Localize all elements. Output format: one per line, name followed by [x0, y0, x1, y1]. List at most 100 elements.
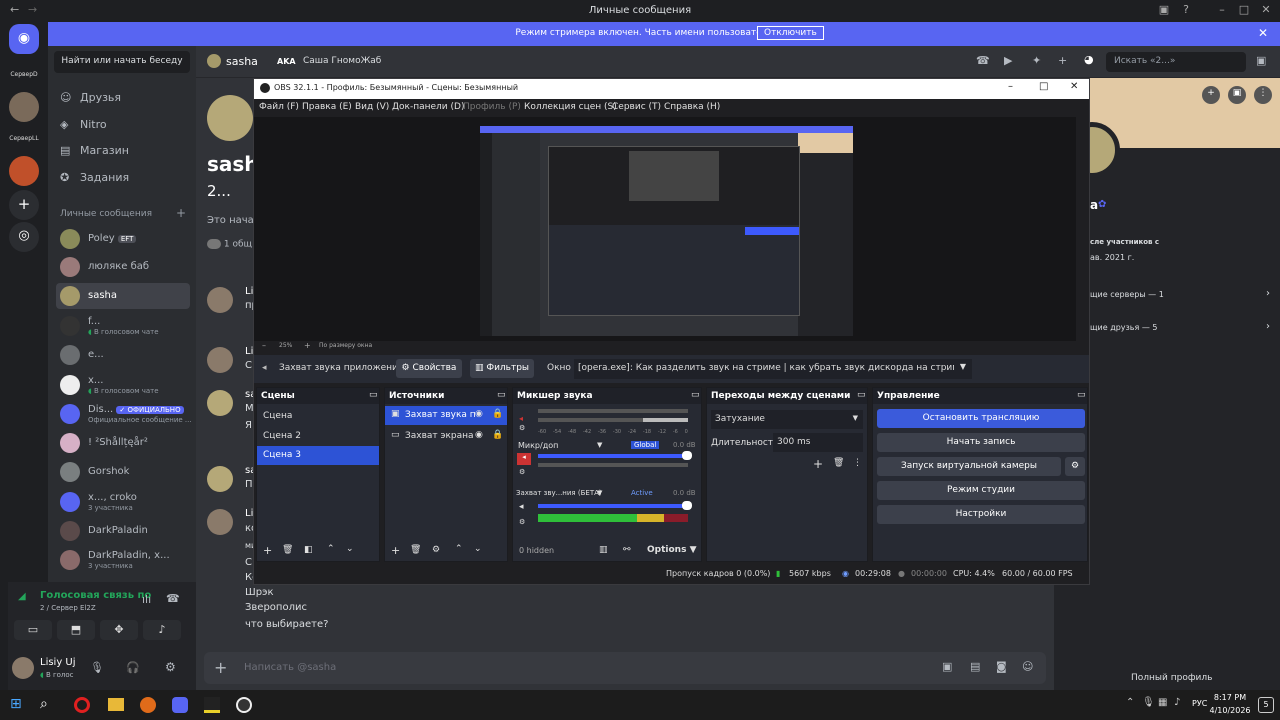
add-source-icon[interactable]: + — [391, 544, 400, 557]
obs-minimize-icon[interactable]: – — [1008, 81, 1013, 92]
gif-icon[interactable]: ▤ — [970, 660, 980, 673]
more-icon[interactable]: ⋮ — [1254, 86, 1272, 104]
transition-select[interactable]: Затухание ▼ — [711, 410, 863, 429]
obs-preview[interactable] — [254, 117, 1076, 341]
menu-tools[interactable]: Сервис (T) — [612, 102, 661, 112]
opera-icon[interactable] — [74, 697, 90, 713]
mic-icon[interactable]: 🎙 — [90, 661, 104, 674]
headphones-icon[interactable]: 🎧 — [126, 661, 140, 674]
dm-item[interactable]: Gorshok — [56, 459, 190, 485]
notification-badge[interactable]: 5 — [1258, 697, 1274, 713]
obs-icon[interactable] — [236, 697, 252, 713]
dm-item[interactable]: f... ◖ В голосовом чате — [56, 313, 190, 339]
mutual-servers-row[interactable]: щие серверы — 1 › — [1090, 288, 1270, 299]
slider-handle[interactable] — [682, 451, 692, 460]
message-avatar[interactable] — [207, 347, 233, 373]
track-menu-icon[interactable]: ▼ — [597, 489, 602, 497]
source-item-selected[interactable]: ▣ Захват звука пр ◉ 🔒 — [385, 406, 507, 425]
filters-button[interactable]: ▥ Фильтры — [470, 359, 534, 378]
mutual-friends-row[interactable]: щие друзья — 5 › — [1090, 321, 1270, 332]
gift-icon[interactable]: ▣ — [1228, 86, 1246, 104]
nav-nitro[interactable]: ◈ Nitro — [60, 118, 107, 131]
add-friend-icon[interactable]: + — [1202, 86, 1220, 104]
scene-item-selected[interactable]: Сцена 3 — [257, 446, 379, 465]
dm-search-button[interactable]: Найти или начать беседу — [54, 51, 190, 73]
soundboard-button[interactable]: ♪ — [143, 620, 181, 640]
scene-item[interactable]: Сцена — [263, 411, 292, 421]
server-icon[interactable] — [9, 156, 39, 186]
user-avatar[interactable] — [12, 657, 34, 679]
close-icon[interactable]: ✕ — [1256, 3, 1276, 16]
gift-icon[interactable]: ▣ — [942, 660, 952, 673]
emoji-icon[interactable]: ☺ — [1022, 660, 1033, 673]
camera-button[interactable]: ▭ — [14, 620, 52, 640]
add-scene-icon[interactable]: + — [263, 544, 272, 557]
remove-source-icon[interactable]: 🗑 — [410, 545, 421, 555]
dock-popout-icon[interactable]: ▭ — [1077, 390, 1086, 400]
dock-popout-icon[interactable]: ▭ — [691, 390, 700, 400]
discover-icon[interactable]: ◎ — [9, 222, 39, 252]
disconnect-icon[interactable]: ☎ — [166, 592, 180, 605]
disable-streamer-button[interactable]: Отключить — [757, 26, 824, 40]
message-input[interactable]: Написать @sasha — [244, 662, 336, 673]
move-down-icon[interactable]: ⌄ — [346, 544, 354, 554]
volume-slider[interactable] — [538, 409, 688, 413]
dm-item-active[interactable]: sasha — [56, 283, 190, 309]
volume-slider[interactable] — [538, 454, 688, 458]
banner-close-icon[interactable]: ✕ — [1258, 26, 1268, 40]
clock-date[interactable]: 4/10/2026 — [1202, 706, 1258, 715]
profile-toggle-icon[interactable]: ◕ — [1084, 53, 1094, 66]
settings-gear-icon[interactable]: ⚙ — [165, 660, 176, 674]
noise-icon[interactable]: ılı — [142, 593, 151, 606]
inbox-icon[interactable]: ▣ — [1256, 54, 1266, 67]
video-icon[interactable]: ▶ — [1004, 54, 1012, 67]
scene-filters-icon[interactable]: ◧ — [304, 545, 313, 555]
move-up-icon[interactable]: ⌃ — [455, 544, 463, 554]
tray-overflow-icon[interactable]: ⌃ — [1126, 697, 1134, 708]
dropdown-arrow-icon[interactable]: ▼ — [954, 359, 972, 379]
dock-popout-icon[interactable]: ▭ — [497, 390, 506, 400]
obs-close-icon[interactable]: ✕ — [1070, 81, 1078, 92]
pin-icon[interactable]: ✦ — [1032, 54, 1041, 67]
dm-item[interactable]: e... — [56, 342, 190, 368]
help-icon[interactable]: ? — [1176, 3, 1196, 16]
discord-icon[interactable] — [172, 697, 188, 713]
volume-slider[interactable] — [538, 504, 688, 508]
add-friend-icon[interactable]: + — [1058, 54, 1067, 67]
mutual-servers[interactable]: 1 общ — [207, 239, 252, 250]
full-profile-link[interactable]: Полный профиль — [1131, 673, 1212, 683]
zoom-out-icon[interactable]: – — [262, 341, 266, 350]
dm-item[interactable]: DarkPaladin — [56, 518, 190, 544]
add-transition-icon[interactable]: + — [813, 457, 823, 471]
muted-mic-icon[interactable]: ◂ — [517, 453, 531, 465]
nav-quests[interactable]: ✪ Задания — [60, 171, 129, 184]
move-down-icon[interactable]: ⌄ — [474, 544, 482, 554]
menu-view[interactable]: Вид (V) — [355, 102, 389, 112]
virtual-camera-button[interactable]: Запуск виртуальной камеры — [877, 457, 1061, 476]
search-icon[interactable]: ⌕ — [40, 696, 48, 712]
menu-profile[interactable]: Профиль (P) — [463, 102, 521, 112]
mute-icon[interactable]: ◂ — [519, 414, 523, 423]
new-dm-icon[interactable]: + — [176, 206, 186, 220]
track-settings-icon[interactable]: ⚙ — [519, 518, 525, 526]
dm-item[interactable]: люляке баб — [56, 254, 190, 280]
window-select[interactable]: [opera.exe]: Как разделить звук на стрим… — [574, 359, 972, 379]
source-item[interactable]: Захват экрана — [405, 431, 474, 441]
app-icon[interactable] — [204, 697, 220, 713]
virtual-camera-settings-icon[interactable]: ⚙ — [1065, 457, 1085, 476]
remove-transition-icon[interactable]: 🗑 — [833, 458, 844, 468]
dm-item[interactable]: x... ◖ В голосовом чате — [56, 372, 190, 398]
dm-item[interactable]: ! ²Shållțęår² — [56, 430, 190, 456]
menu-file[interactable]: Файл (F) — [259, 102, 299, 112]
nav-shop[interactable]: ▤ Магазин — [60, 144, 129, 157]
start-recording-button[interactable]: Начать запись — [877, 433, 1085, 452]
studio-mode-button[interactable]: Режим студии — [877, 481, 1085, 500]
dm-item[interactable]: x..., croko 3 участника — [56, 489, 190, 515]
speaker-icon[interactable]: ◂ — [519, 502, 524, 512]
menu-scene-collection[interactable]: Коллекция сцен (S) — [524, 102, 617, 112]
network-icon[interactable]: ▦ — [1158, 697, 1167, 708]
server-icon[interactable] — [9, 92, 39, 122]
tray-mic-icon[interactable]: 🎙 — [1142, 697, 1155, 708]
activities-button[interactable]: ✥ — [100, 620, 138, 640]
minimize-icon[interactable]: – — [1212, 3, 1232, 16]
